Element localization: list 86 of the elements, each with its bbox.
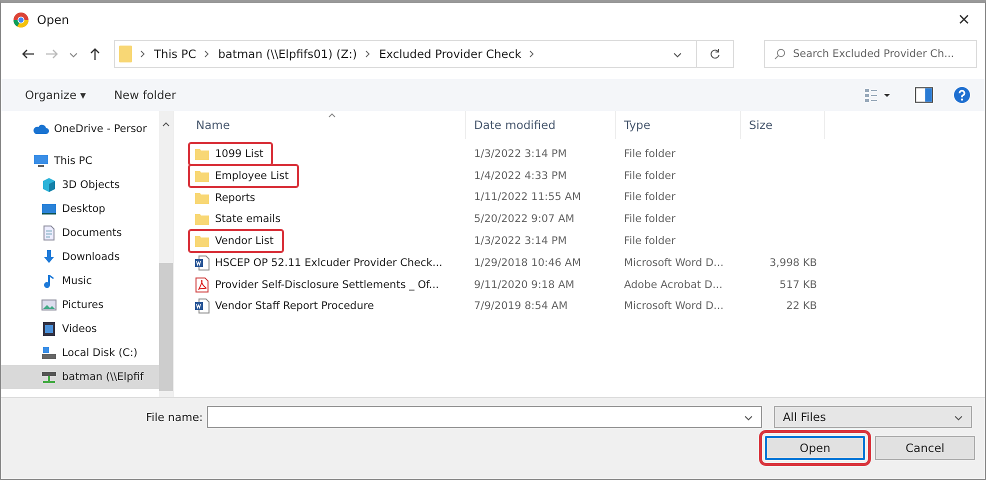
date-cell-text: 5/20/2022 9:07 AM xyxy=(473,213,576,226)
refresh-icon xyxy=(709,48,721,60)
word-document-icon xyxy=(194,298,210,314)
date-cell-text: 1/4/2022 4:33 PM xyxy=(473,170,568,182)
new-folder-button[interactable]: New folder xyxy=(110,86,180,104)
size-cell-text: 517 KB xyxy=(778,278,818,291)
size-cell-text: 3,998 KB xyxy=(768,256,818,269)
sidebar-item[interactable]: 3D Objects xyxy=(1,173,159,197)
type-cell-text: File folder xyxy=(623,213,676,226)
sidebar-item[interactable]: Downloads xyxy=(1,245,159,269)
file-name-field[interactable] xyxy=(206,406,762,428)
folder-icon xyxy=(194,233,210,250)
size-cell-text: 22 KB xyxy=(785,300,818,312)
preview-pane-icon[interactable] xyxy=(915,87,933,103)
chevron-right-icon xyxy=(364,50,371,58)
document-icon xyxy=(41,225,57,241)
type-cell-text: File folder xyxy=(623,170,676,182)
sidebar-item[interactable]: Videos xyxy=(1,317,159,341)
scrollbar[interactable] xyxy=(159,111,173,397)
chevron-right-icon xyxy=(529,50,536,58)
image-icon xyxy=(41,297,57,313)
file-name[interactable]: Reports xyxy=(188,186,266,210)
cancel-button[interactable]: Cancel xyxy=(875,436,975,460)
breadcrumb[interactable]: This PC xyxy=(154,47,196,61)
organize-menu[interactable]: Organize ▾ xyxy=(21,86,90,104)
scroll-thumb[interactable] xyxy=(159,263,173,391)
cube-icon xyxy=(41,177,57,193)
sidebar-item[interactable]: Music xyxy=(1,269,159,293)
type-cell-text: File folder xyxy=(623,148,676,160)
date-cell-text: 1/11/2022 11:55 AM xyxy=(473,191,582,204)
up-arrow-icon[interactable] xyxy=(88,47,102,61)
file-name[interactable]: Provider Self-Disclosure Settlements _ Of... xyxy=(188,272,449,297)
drive-icon xyxy=(41,345,57,361)
browser-logo-icon xyxy=(13,12,29,28)
sidebar-item[interactable]: Local Disk (C:) xyxy=(1,341,159,365)
film-icon xyxy=(41,321,57,337)
type-cell-text: File folder xyxy=(623,235,676,248)
scroll-up-icon[interactable] xyxy=(162,121,170,127)
column-header[interactable]: Date modified xyxy=(466,111,616,139)
close-button[interactable]: × xyxy=(949,5,979,35)
file-name[interactable]: HSCEP OP 52.11 Exlcuder Provider Check... xyxy=(188,250,452,275)
desktop-icon xyxy=(41,201,57,217)
folder-icon xyxy=(119,45,132,63)
date-cell-text: 1/29/2018 10:46 AM xyxy=(473,256,582,269)
search-field[interactable]: Search Excluded Provider Ch... xyxy=(764,40,977,68)
file-name[interactable]: State emails xyxy=(188,207,291,232)
network-drive-icon xyxy=(41,369,57,385)
word-document-icon xyxy=(194,254,210,271)
column-header[interactable]: Type xyxy=(616,111,741,139)
type-cell-text: Adobe Acrobat D... xyxy=(623,278,724,291)
sort-caret-icon xyxy=(328,113,336,118)
date-cell-text: 1/3/2022 3:14 PM xyxy=(473,235,568,248)
chevron-right-icon xyxy=(140,50,146,58)
file-name[interactable]: Vendor List xyxy=(188,229,284,254)
column-header[interactable]: Size xyxy=(741,111,825,139)
monitor-icon xyxy=(33,153,49,169)
chevron-right-icon xyxy=(204,50,210,58)
file-type-dropdown[interactable]: All Files xyxy=(774,406,972,428)
help-icon[interactable] xyxy=(953,87,971,103)
sidebar-item[interactable]: Documents xyxy=(1,221,159,245)
pdf-document-icon xyxy=(194,276,210,293)
sidebar-item[interactable]: Pictures xyxy=(1,293,159,317)
date-cell-text: 1/3/2022 3:14 PM xyxy=(473,148,568,160)
file-name[interactable]: 1099 List xyxy=(188,142,274,166)
sidebar-item[interactable]: batman (\\Elpfif xyxy=(1,365,159,389)
window-title: Open xyxy=(37,13,70,27)
folder-icon xyxy=(194,211,210,228)
type-cell-text: Microsoft Word D... xyxy=(623,300,725,312)
sidebar-item[interactable]: Desktop xyxy=(1,197,159,221)
search-icon xyxy=(774,48,786,60)
file-name-label: File name: xyxy=(146,410,203,424)
download-arrow-icon xyxy=(41,249,57,265)
file-name[interactable]: Vendor Staff Report Procedure xyxy=(188,294,384,318)
breadcrumb[interactable]: Excluded Provider Check xyxy=(378,47,522,61)
column-header[interactable]: Name xyxy=(188,111,466,139)
sidebar-item[interactable]: This PC xyxy=(1,149,159,173)
address-bar[interactable]: This PC batman (\\Elpfifs01) (Z:) Excluded Provider Check xyxy=(114,40,734,68)
back-arrow-icon[interactable] xyxy=(21,47,35,61)
type-cell-text: File folder xyxy=(623,191,676,204)
file-name[interactable]: Employee List xyxy=(188,164,299,188)
date-cell-text: 9/11/2020 9:18 AM xyxy=(473,278,576,291)
type-cell-text: Microsoft Word D... xyxy=(623,256,725,269)
music-note-icon xyxy=(41,273,57,289)
date-cell-text: 7/9/2019 8:54 AM xyxy=(473,300,569,312)
breadcrumb[interactable]: batman (\\Elpfifs01) (Z:) xyxy=(218,47,357,61)
sidebar-item[interactable]: OneDrive - Persor xyxy=(1,117,159,141)
